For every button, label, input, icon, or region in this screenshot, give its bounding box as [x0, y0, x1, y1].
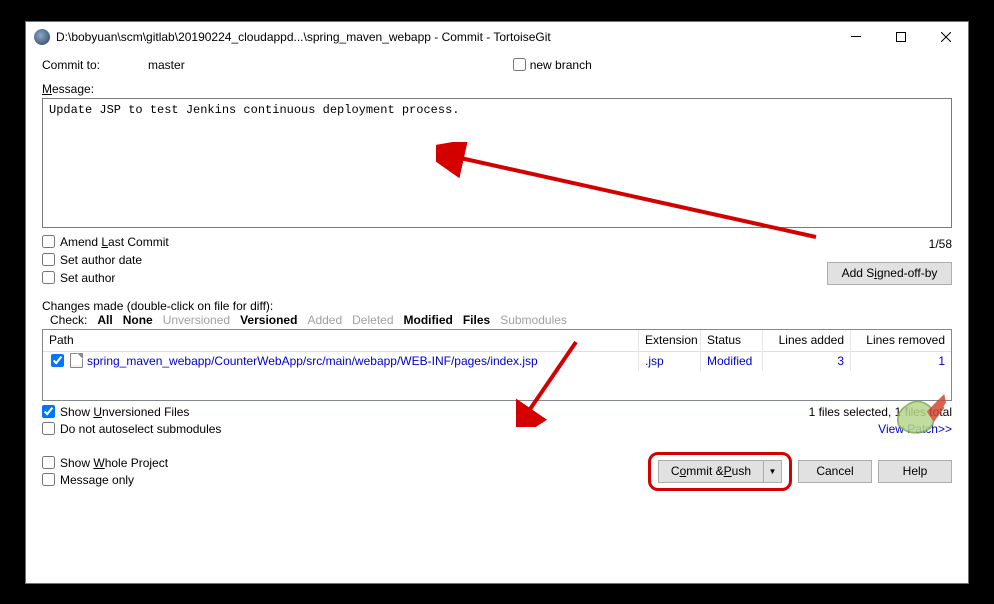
col-status-header[interactable]: Status — [701, 330, 763, 351]
new-branch-label: new branch — [530, 58, 592, 72]
commit-message-textarea[interactable]: Update JSP to test Jenkins continuous de… — [42, 98, 952, 228]
file-row[interactable]: spring_maven_webapp/CounterWebApp/src/ma… — [43, 352, 951, 370]
check-filter-row: Check: All None Unversioned Versioned Ad… — [42, 313, 952, 327]
titlebar: D:\bobyuan\scm\gitlab\20190224_cloudappd… — [26, 22, 968, 52]
show-unversioned-checkbox[interactable]: Show Unversioned Files — [42, 405, 221, 419]
annotation-highlight: Commit & Push ▼ — [648, 452, 792, 491]
below-list-row: Show Unversioned Files Do not autoselect… — [42, 405, 952, 436]
col-lr-header[interactable]: Lines removed — [851, 330, 951, 351]
file-status: Modified — [701, 351, 763, 371]
show-whole-project-checkbox[interactable]: Show Whole Project — [42, 456, 168, 470]
filter-unversioned: Unversioned — [163, 313, 230, 327]
file-row-checkbox[interactable] — [51, 354, 64, 367]
filter-deleted: Deleted — [352, 313, 393, 327]
file-path[interactable]: spring_maven_webapp/CounterWebApp/src/ma… — [87, 354, 538, 368]
message-footer: Amend Last Commit Set author date Set au… — [42, 235, 952, 285]
file-ext: .jsp — [639, 351, 701, 371]
tortoisegit-icon — [34, 29, 50, 45]
file-lines-removed: 1 — [851, 351, 951, 371]
commit-to-row: Commit to: master new branch — [42, 58, 952, 72]
commit-dialog: D:\bobyuan\scm\gitlab\20190224_cloudappd… — [25, 21, 969, 584]
char-counter: 1/58 — [929, 235, 952, 251]
filter-files[interactable]: Files — [463, 313, 490, 327]
no-autoselect-checkbox[interactable]: Do not autoselect submodules — [42, 422, 221, 436]
col-path-header[interactable]: Path — [43, 330, 639, 351]
tortoisegit-logo-icon — [890, 387, 946, 443]
changes-label: Changes made (double-click on file for d… — [42, 299, 952, 313]
check-label: Check: — [50, 313, 87, 327]
window-controls — [833, 22, 968, 51]
col-la-header[interactable]: Lines added — [763, 330, 851, 351]
amend-checkbox[interactable]: Amend Last Commit — [42, 235, 169, 249]
filter-modified[interactable]: Modified — [404, 313, 453, 327]
file-list-header: Path Extension Status Lines added Lines … — [43, 330, 951, 352]
new-branch-checkbox[interactable]: new branch — [513, 58, 592, 72]
minimize-button[interactable] — [833, 22, 878, 51]
col-ext-header[interactable]: Extension — [639, 330, 701, 351]
message-group: Message: Update JSP to test Jenkins cont… — [42, 82, 952, 285]
message-label: Message: — [42, 82, 952, 96]
message-only-checkbox[interactable]: Message only — [42, 473, 168, 487]
filter-all[interactable]: All — [97, 313, 112, 327]
chevron-down-icon[interactable]: ▼ — [763, 461, 781, 482]
new-branch-input[interactable] — [513, 58, 526, 71]
file-icon — [70, 353, 83, 368]
set-author-date-checkbox[interactable]: Set author date — [42, 253, 169, 267]
branch-name: master — [148, 58, 185, 72]
dialog-body: Commit to: master new branch Message: Up… — [26, 52, 968, 583]
filter-none[interactable]: None — [123, 313, 153, 327]
maximize-button[interactable] — [878, 22, 923, 51]
set-author-checkbox[interactable]: Set author — [42, 271, 169, 285]
filter-added: Added — [307, 313, 342, 327]
window-title: D:\bobyuan\scm\gitlab\20190224_cloudappd… — [56, 30, 833, 44]
close-button[interactable] — [923, 22, 968, 51]
cancel-button[interactable]: Cancel — [798, 460, 872, 483]
commit-push-button[interactable]: Commit & Push ▼ — [658, 460, 782, 483]
commit-to-label: Commit to: — [42, 58, 100, 72]
add-signed-off-by-button[interactable]: Add Signed-off-by — [827, 262, 952, 285]
filter-versioned[interactable]: Versioned — [240, 313, 297, 327]
bottom-row: Show Whole Project Message only Commit &… — [42, 452, 952, 491]
changes-section: Changes made (double-click on file for d… — [42, 299, 952, 436]
help-button[interactable]: Help — [878, 460, 952, 483]
file-lines-added: 3 — [763, 351, 851, 371]
filter-submodules: Submodules — [500, 313, 567, 327]
file-list[interactable]: Path Extension Status Lines added Lines … — [42, 329, 952, 401]
